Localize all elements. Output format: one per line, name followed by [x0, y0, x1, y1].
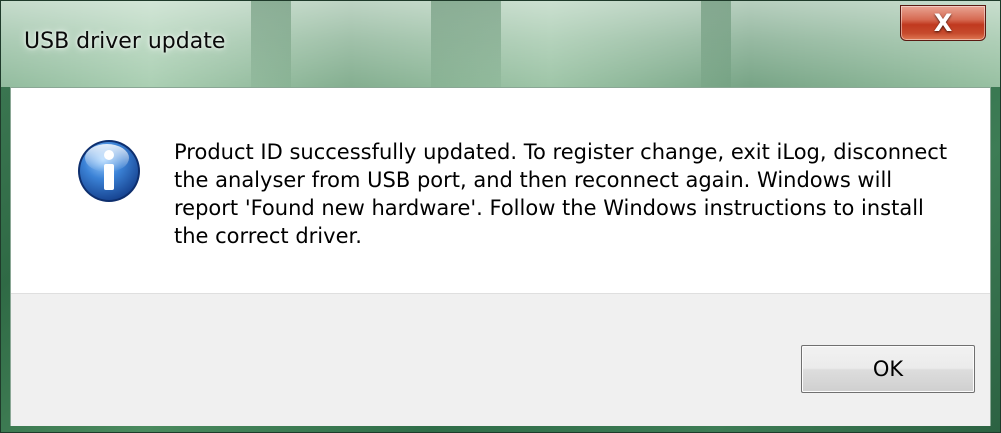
- information-icon: [78, 140, 140, 202]
- close-button[interactable]: X: [900, 5, 986, 41]
- dialog-window: USB driver update X Product ID successfu…: [0, 0, 1001, 433]
- ok-button[interactable]: OK: [801, 345, 975, 393]
- message-text: Product ID successfully updated. To regi…: [174, 140, 948, 248]
- window-title: USB driver update: [24, 29, 226, 54]
- title-bar[interactable]: USB driver update X: [1, 1, 1000, 87]
- button-area: OK: [11, 293, 990, 426]
- message-area: Product ID successfully updated. To regi…: [11, 88, 990, 293]
- close-icon: X: [933, 9, 953, 37]
- dialog-body: Product ID successfully updated. To regi…: [10, 87, 991, 426]
